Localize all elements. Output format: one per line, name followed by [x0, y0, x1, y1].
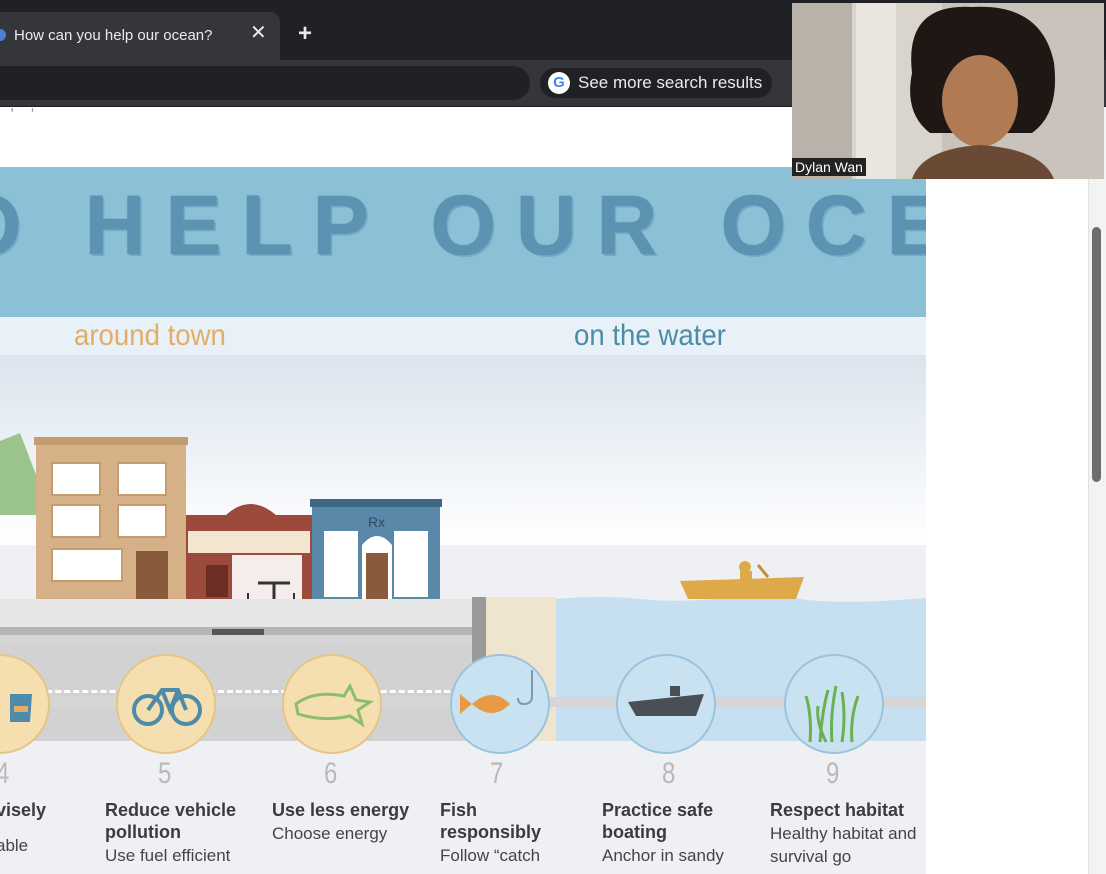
scrollbar-thumb[interactable]	[1092, 227, 1101, 482]
step-description: Choose energy	[272, 824, 388, 843]
see-more-search-results-button[interactable]: G See more search results	[540, 68, 773, 98]
road-lane-markings	[10, 690, 450, 693]
seagrass-icon	[784, 654, 884, 754]
step-5: Reduce vehicle pollution Use fuel effici…	[105, 799, 255, 867]
step-title: Fish responsibly	[440, 800, 542, 842]
scrollbar[interactable]	[1088, 107, 1106, 874]
video-call-tile[interactable]	[792, 3, 1104, 179]
partial-text-line: , ,	[10, 97, 41, 114]
banner-title: O HELP OUR OCEAN	[0, 178, 926, 272]
pharmacy-sign: Rx	[368, 514, 385, 530]
fish-hook-icon	[450, 654, 550, 754]
new-tab-button[interactable]: +	[298, 22, 312, 46]
step-number: 6	[324, 757, 338, 790]
step-description: Use fuel efficient	[105, 846, 231, 865]
motor-boat	[680, 561, 804, 599]
step-8: Practice safe boating Anchor in sandy	[602, 799, 742, 867]
step-9: Respect habitat Healthy habitat and surv…	[770, 799, 920, 868]
ocean-infographic: O HELP OUR OCEAN around town on the wate…	[0, 167, 926, 874]
step-title: Respect habitat	[770, 800, 905, 820]
title-banner: O HELP OUR OCEAN	[0, 167, 926, 317]
bag-icon	[0, 654, 50, 754]
tab-title: How can you help our ocean?	[14, 27, 213, 44]
participant-name-label: Dylan Wan	[792, 158, 866, 176]
step-number: 4	[0, 757, 9, 791]
web-page: , , O HELP OUR OCEAN around town on the …	[0, 97, 1106, 874]
search-chip-label: See more search results	[578, 73, 763, 92]
water	[556, 595, 926, 645]
town-and-water-scene: Rx	[0, 355, 926, 645]
cafe-building	[186, 504, 314, 611]
bicycle-icon	[116, 654, 216, 754]
favicon-icon	[0, 29, 6, 41]
step-title: Reduce vehicle pollution	[105, 800, 237, 842]
step-number: 8	[662, 757, 676, 790]
boat-icon	[616, 654, 716, 754]
road	[0, 645, 476, 741]
address-bar[interactable]	[0, 66, 530, 100]
step-title: Practice safe boating	[602, 800, 714, 842]
step-description: Anchor in sandy	[602, 846, 724, 865]
sand	[486, 597, 556, 645]
step-title: Use less energy	[272, 800, 410, 820]
google-icon: G	[548, 72, 570, 94]
street	[0, 635, 476, 645]
participant-video	[792, 3, 1104, 179]
around-town-label: around town	[74, 319, 226, 352]
step-description: Follow “catch	[440, 846, 541, 865]
on-the-water-label: on the water	[574, 319, 726, 352]
step-description: Healthy habitat and survival go	[770, 824, 917, 866]
step-number: 7	[490, 757, 504, 790]
pier-post	[472, 597, 486, 645]
step-number: 5	[158, 757, 172, 790]
step-6: Use less energy Choose energy	[272, 799, 412, 845]
apartment-building	[34, 437, 188, 599]
energy-star-icon	[282, 654, 382, 754]
pharmacy-building: Rx	[310, 499, 442, 599]
browser-tab[interactable]: How can you help our ocean? ✕	[0, 12, 280, 60]
step-7: Fish responsibly Follow “catch	[440, 799, 570, 867]
close-tab-icon[interactable]: ✕	[250, 23, 267, 43]
sidewalk	[0, 599, 476, 629]
step-number: 9	[826, 757, 840, 790]
